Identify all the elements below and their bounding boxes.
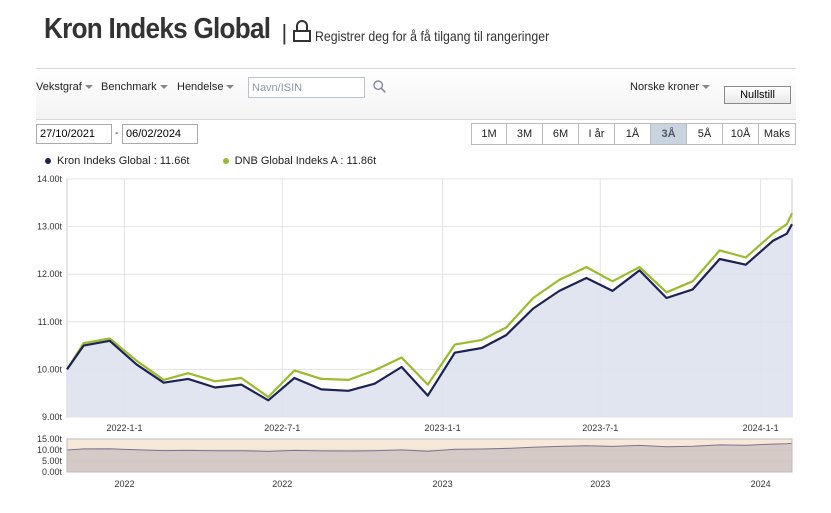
x-tick-label-2: 2023-1-1 [425,423,461,433]
main-x-axis: 2022-1-1 2022-7-1 2023-1-1 2023-7-1 2024-1-1 [106,423,778,433]
x-tick-label-0: 2022-1-1 [106,423,142,433]
navigator-y-label-0: 15.00t [37,434,63,444]
y-tick-label-2: 11.00t [38,317,63,327]
navigator-x-label-3: 2023 [590,479,610,489]
x-tick-label-1: 2022-7-1 [264,423,300,433]
navigator-y-label-2: 5.00t [42,456,63,466]
navigator-y-label-1: 10.00t [37,445,63,455]
navigator-x-label-2: 2023 [433,479,453,489]
x-tick-label-3: 2023-7-1 [582,423,618,433]
y-tick-label-0: 9.00t [42,412,63,422]
y-tick-label-4: 13.00t [37,222,63,232]
navigator-x-label-1: 2022 [272,479,292,489]
navigator-x-label-4: 2024 [751,479,771,489]
navigator-x-label-0: 2022 [114,479,134,489]
performance-chart: 9.00t 10.00t 11.00t 12.00t 13.00t 14.00t 2022… [37,174,793,489]
navigator: 15.00t10.00t5.00t0.00t 2022 2022 2023 2023 20… [37,434,793,489]
y-tick-label-1: 10.00t [37,364,63,374]
main-y-axis: 9.00t 10.00t 11.00t 12.00t 13.00t 14.00t [37,174,63,422]
y-tick-label-5: 14.00t [37,174,63,184]
y-tick-label-3: 12.00t [37,269,63,279]
navigator-y-label-3: 0.00t [42,467,63,477]
x-tick-label-4: 2024-1-1 [743,423,779,433]
